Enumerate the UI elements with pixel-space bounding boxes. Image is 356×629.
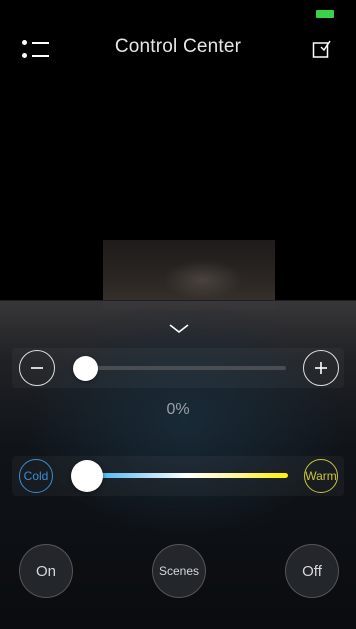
brightness-decrease-button[interactable]	[19, 350, 55, 386]
brightness-value: 0%	[166, 401, 190, 418]
brightness-increase-button[interactable]	[303, 350, 339, 386]
scenes-button-label: Scenes	[158, 564, 200, 578]
scenes-button[interactable]: Scenes	[152, 544, 206, 598]
edit-icon[interactable]	[312, 39, 332, 59]
on-button[interactable]: On	[19, 544, 73, 598]
page-title: Control Center	[114, 36, 242, 57]
brightness-slider-thumb[interactable]	[73, 356, 98, 381]
minus-icon	[31, 367, 43, 369]
on-button-label: On	[35, 562, 56, 580]
color-temperature-slider-thumb[interactable]	[71, 460, 103, 492]
off-button-label: Off	[302, 562, 322, 580]
chevron-down-icon[interactable]	[168, 322, 190, 334]
control-center-screen: Control Center 0% Cold Warm On Scenes Of…	[0, 0, 356, 629]
brightness-slider-track[interactable]	[86, 366, 286, 370]
off-button[interactable]: Off	[285, 544, 339, 598]
warm-button[interactable]: Warm	[304, 459, 338, 493]
battery-icon	[316, 10, 334, 18]
cold-button[interactable]: Cold	[19, 459, 53, 493]
color-temperature-slider-track[interactable]	[86, 473, 288, 478]
plus-icon	[315, 362, 327, 374]
